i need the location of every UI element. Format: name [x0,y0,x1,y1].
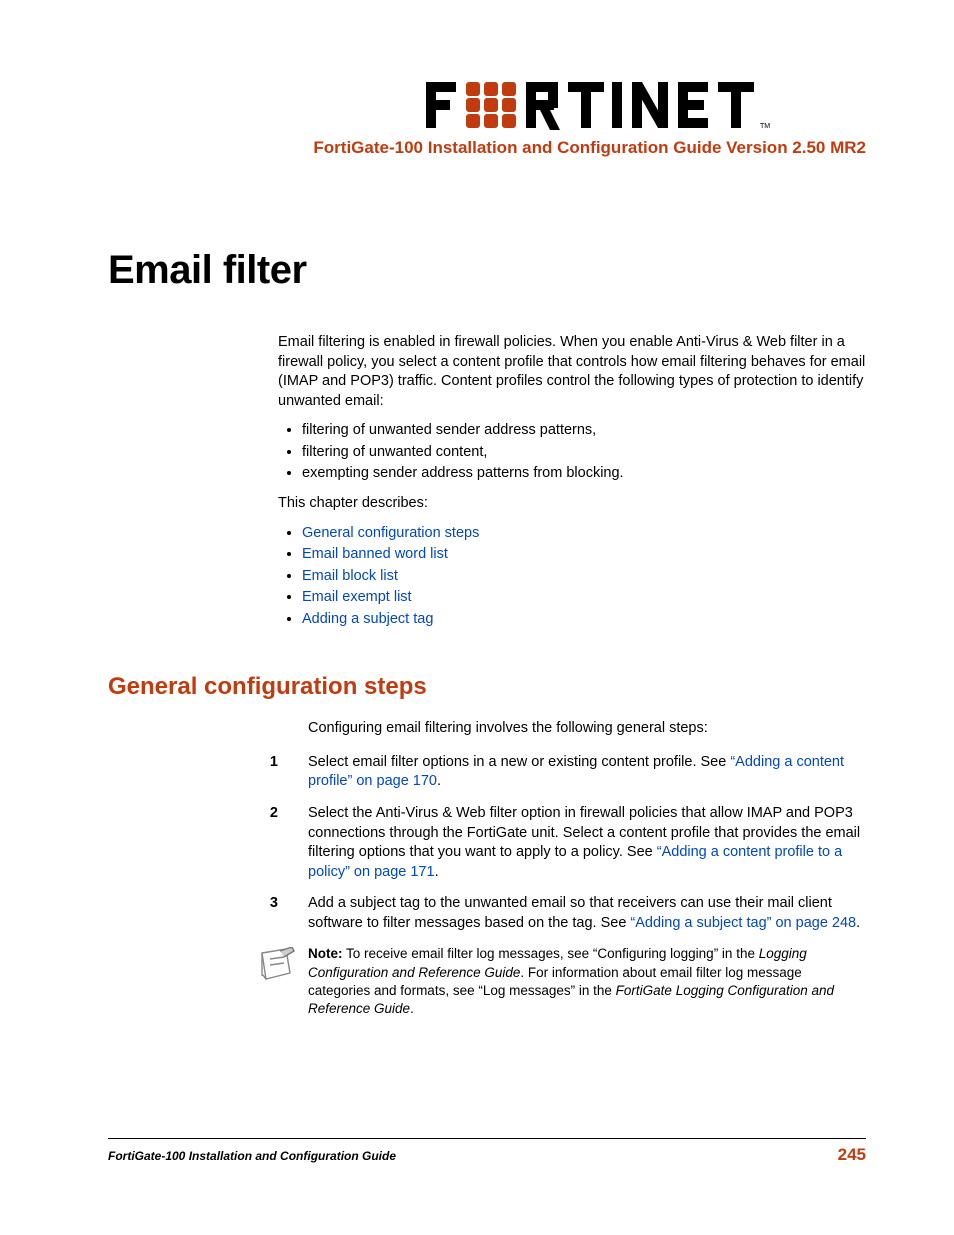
note-t1: To receive email filter log messages, se… [343,946,759,961]
bullet-item: filtering of unwanted content, [302,443,866,463]
steps: Configuring email filtering involves the… [238,719,866,933]
chapter-title: Email filter [108,248,866,293]
protection-bullets: filtering of unwanted sender address pat… [288,421,866,484]
step-post: . [437,773,441,789]
step-number: 3 [238,894,278,914]
note-icon [258,945,298,988]
step: 2 Select the Anti-Virus & Web filter opt… [238,804,866,882]
toc-link[interactable]: Email block list [302,568,398,584]
toc-item: Email exempt list [302,588,866,608]
step-link[interactable]: “Adding a subject tag” on page 248 [630,915,856,931]
toc-link[interactable]: General configuration steps [302,525,479,541]
document-title: FortiGate-100 Installation and Configura… [108,138,866,158]
step-number: 1 [238,753,278,773]
describes-label: This chapter describes: [278,494,866,514]
section-intro: Configuring email filtering involves the… [308,719,866,739]
toc-item: Email banned word list [302,545,866,565]
toc-item: Email block list [302,567,866,587]
page-number: 245 [838,1145,866,1165]
intro-paragraph: Email filtering is enabled in firewall p… [278,333,866,411]
note-text: Note: To receive email filter log messag… [308,945,866,1018]
note-label: Note: [308,946,343,961]
body: Email filtering is enabled in firewall p… [278,333,866,629]
step-text: Add a subject tag to the unwanted email … [278,894,866,933]
footer-title: FortiGate-100 Installation and Configura… [108,1149,396,1163]
page-footer: FortiGate-100 Installation and Configura… [108,1138,866,1165]
toc-link[interactable]: Email exempt list [302,589,412,605]
step-post: . [856,915,860,931]
chapter-toc: General configuration steps Email banned… [288,524,866,630]
step: 3 Add a subject tag to the unwanted emai… [238,894,866,933]
note-t3: . [410,1001,414,1016]
step-number: 2 [238,804,278,824]
step: 1 Select email filter options in a new o… [238,753,866,792]
bullet-item: exempting sender address patterns from b… [302,464,866,484]
document-header: TM FortiGate-100 Installation and Config… [108,80,866,158]
toc-item: Adding a subject tag [302,610,866,630]
step-text: Select the Anti-Virus & Web filter optio… [278,804,866,882]
toc-item: General configuration steps [302,524,866,544]
toc-link[interactable]: Email banned word list [302,546,448,562]
section-heading: General configuration steps [108,673,866,701]
bullet-item: filtering of unwanted sender address pat… [302,421,866,441]
fortinet-logo: TM [108,80,866,130]
note: Note: To receive email filter log messag… [258,945,866,1018]
svg-text:TM: TM [760,123,770,130]
step-pre: Select email filter options in a new or … [308,754,730,770]
toc-link[interactable]: Adding a subject tag [302,611,433,627]
step-text: Select email filter options in a new or … [278,753,866,792]
document-page: TM FortiGate-100 Installation and Config… [0,0,954,1235]
step-post: . [435,864,439,880]
